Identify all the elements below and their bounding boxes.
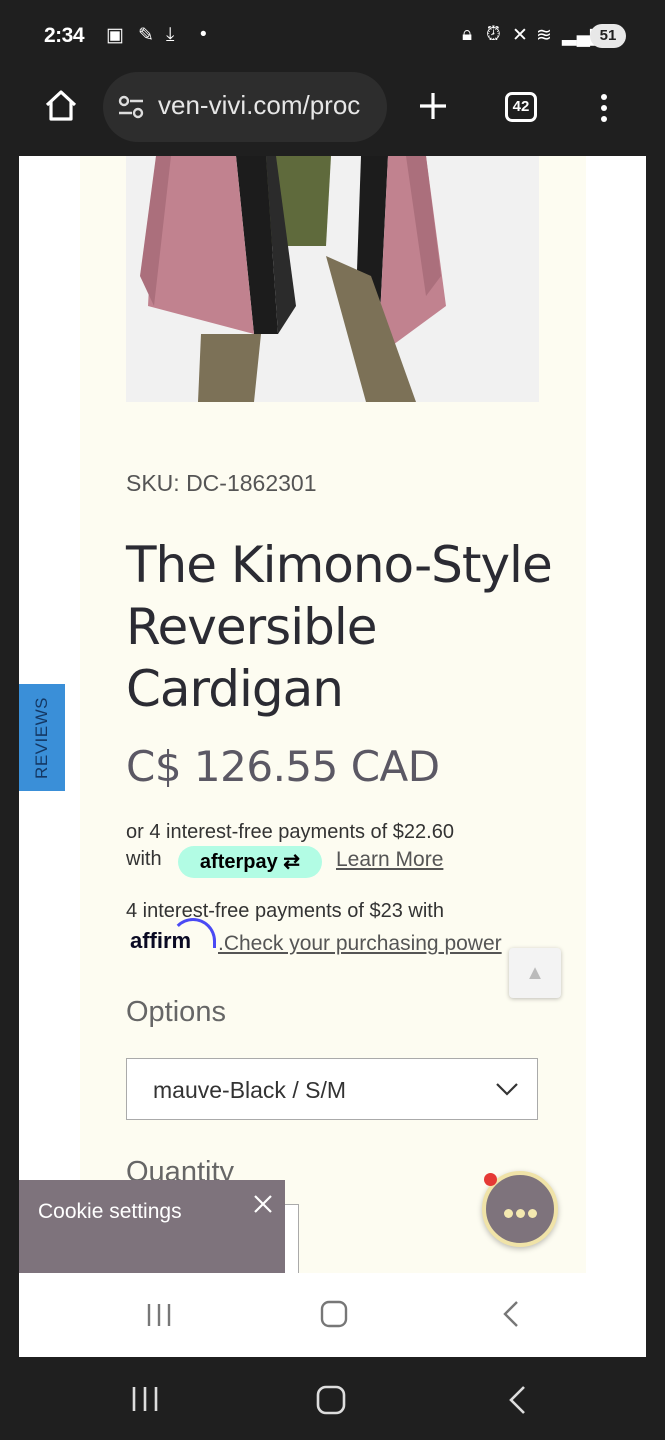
more-dots-icon: [504, 1205, 540, 1223]
browser-toolbar: ven-vivi.com/proc 42: [19, 72, 646, 156]
variant-select[interactable]: mauve-Black / S/M: [126, 1058, 538, 1120]
dot-icon: •: [200, 24, 207, 45]
battery-icon: 51: [590, 24, 626, 48]
notification-dot: [484, 1173, 497, 1186]
options-label: Options: [126, 996, 226, 1028]
reviews-tab[interactable]: REVIEWS: [19, 684, 65, 791]
inner-navigation-bar: [19, 1273, 646, 1357]
site-settings-icon[interactable]: [117, 94, 145, 120]
system-navigation-bar: [0, 1357, 665, 1440]
phone-screen: 2:34 ▣ ✎ ⤓ • 🔒︎ ⏰︎ ✕ ≋ ▂▄▆ 51 ven-vivi.c…: [0, 0, 665, 1440]
status-time: 2:34: [44, 24, 85, 47]
mute-icon: ✕: [512, 25, 528, 46]
afterpay-badge[interactable]: afterpay ⇄: [178, 846, 322, 878]
afterpay-logo: afterpay: [199, 851, 278, 873]
home-nav-icon[interactable]: [319, 1299, 349, 1329]
home-button[interactable]: [41, 86, 81, 126]
cookie-settings-label[interactable]: Cookie settings: [38, 1200, 182, 1224]
new-tab-button[interactable]: [417, 90, 449, 122]
web-page: SKU: DC-1862301 The Kimono-Style Reversi…: [19, 156, 646, 1273]
home-nav-icon[interactable]: [315, 1384, 347, 1416]
recent-apps-icon[interactable]: [145, 1301, 173, 1329]
status-bar: 2:34 ▣ ✎ ⤓ • 🔒︎ ⏰︎ ✕ ≋ ▂▄▆ 51: [0, 0, 665, 72]
back-icon[interactable]: [505, 1384, 529, 1416]
scroll-to-top-button[interactable]: ▲: [509, 948, 561, 998]
menu-dot-icon: [601, 105, 607, 111]
wifi-icon: ≋: [536, 25, 552, 46]
recent-apps-icon[interactable]: [130, 1385, 160, 1413]
afterpay-arrows-icon: ⇄: [277, 851, 301, 873]
address-bar[interactable]: ven-vivi.com/proc: [103, 72, 387, 142]
download-icon: ⤓: [166, 24, 175, 45]
afterpay-with: with: [126, 848, 162, 870]
plus-icon: [420, 93, 446, 119]
home-icon: [45, 90, 77, 121]
cookie-settings-bar[interactable]: Cookie settings: [19, 1180, 285, 1273]
variant-select-value: mauve-Black / S/M: [153, 1077, 346, 1103]
product-card: SKU: DC-1862301 The Kimono-Style Reversi…: [80, 156, 586, 1273]
product-price: C$ 126.55 CAD: [126, 742, 440, 791]
screenshot-icon: ▣: [106, 25, 124, 46]
reviews-tab-label: REVIEWS: [32, 696, 51, 779]
menu-dot-icon: [601, 94, 607, 100]
tab-switcher-button[interactable]: 42: [505, 92, 537, 122]
more-menu-button[interactable]: [599, 94, 609, 124]
affirm-text: 4 interest-free payments of $23 with: [126, 900, 444, 922]
affirm-check-power-link[interactable]: .Check your purchasing power: [218, 932, 502, 956]
lock-icon: 🔒︎: [462, 24, 473, 45]
edit-icon: ✎: [138, 25, 154, 46]
affirm-logo: affirm: [130, 928, 192, 953]
url-text[interactable]: ven-vivi.com/proc: [158, 90, 360, 121]
chevron-down-icon: [496, 1083, 518, 1096]
close-icon[interactable]: [251, 1192, 275, 1216]
product-title: The Kimono-Style Reversible Cardigan: [126, 536, 553, 718]
afterpay-learn-more-link[interactable]: Learn More: [336, 848, 443, 872]
product-sku: SKU: DC-1862301: [126, 470, 317, 496]
product-image[interactable]: [126, 156, 539, 402]
back-icon[interactable]: [499, 1299, 523, 1329]
product-photo: [126, 156, 539, 402]
menu-dot-icon: [601, 116, 607, 122]
afterpay-text: or 4 interest-free payments of $22.60: [126, 821, 454, 843]
alarm-icon: ⏰︎: [486, 24, 501, 45]
